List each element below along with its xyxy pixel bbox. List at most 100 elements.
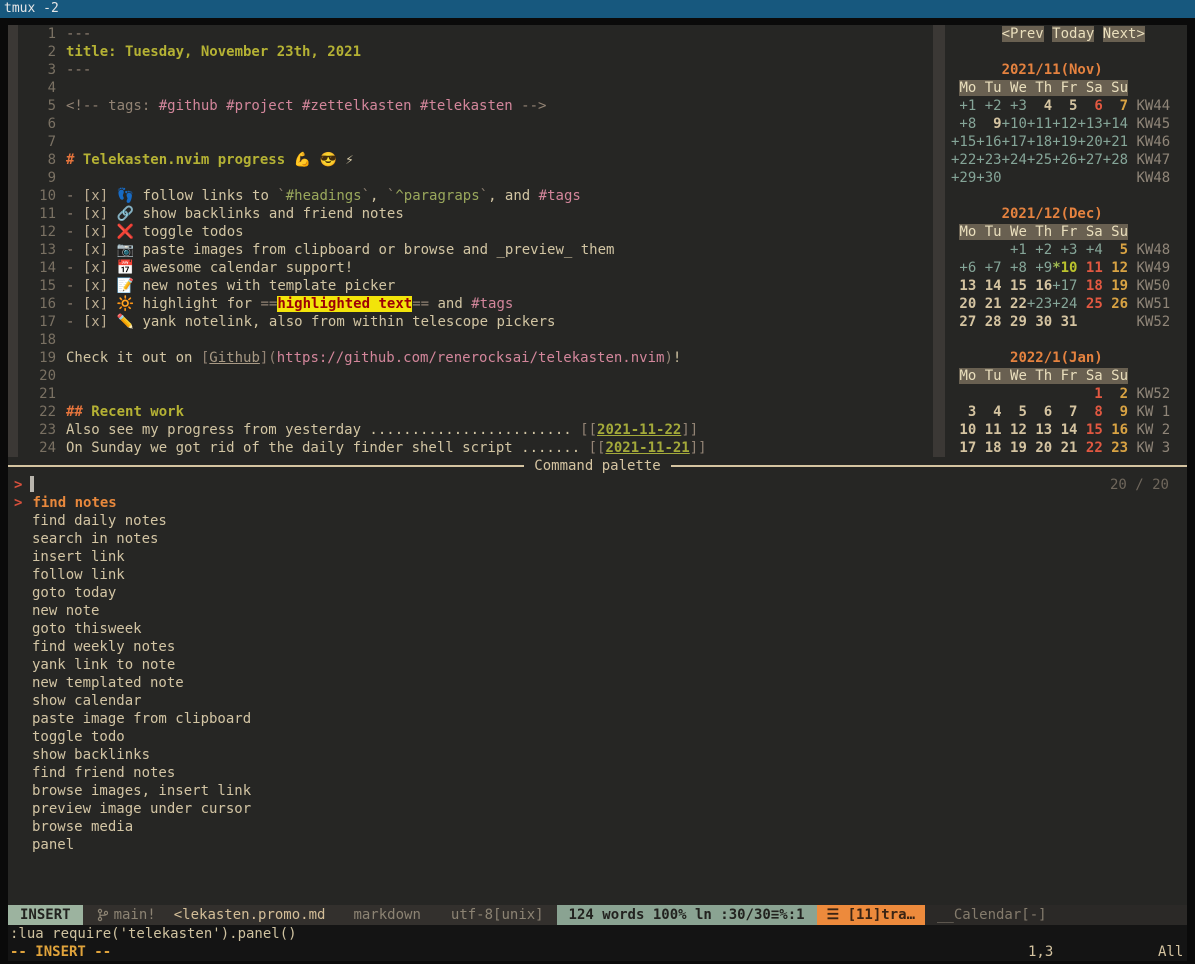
palette-item[interactable]: find weekly notes [8,638,1187,656]
calendar-cell[interactable]: +1 [1002,242,1027,258]
command-line[interactable]: :lua require('telekasten').panel() [8,925,1187,943]
prompt-row[interactable]: > [8,476,34,494]
calendar-cell[interactable]: 28 [976,314,1001,330]
editor-line[interactable]: 18 [18,331,933,349]
calendar-cell[interactable]: +8 [951,116,976,132]
calendar-cell[interactable]: +19 [1052,134,1077,150]
tabs-segment[interactable]: ☰ [11]tra… [817,905,925,925]
calendar-cell[interactable]: +29 [951,170,976,186]
calendar-cell[interactable]: 18 [976,440,1001,456]
editor-line[interactable]: 23Also see my progress from yesterday ..… [18,421,933,439]
prev-button[interactable]: <Prev [1002,26,1044,42]
calendar-cell[interactable]: +30 [976,170,1001,186]
calendar-cell[interactable]: +6 [951,260,976,276]
calendar-cell[interactable]: 27 [951,314,976,330]
calendar-cell[interactable]: 14 [976,278,1001,294]
calendar-cell[interactable]: 23 [1103,440,1128,456]
palette-item[interactable]: paste image from clipboard [8,710,1187,728]
calendar-cell[interactable]: 5 [1002,404,1027,420]
calendar-cell[interactable]: +26 [1052,152,1077,168]
selected-item[interactable]: >find notes [8,494,117,512]
calendar-cell[interactable]: +20 [1077,134,1102,150]
editor-line[interactable]: 3--- [18,61,933,79]
editor-line[interactable]: 19Check it out on [Github](https://githu… [18,349,933,367]
today-date[interactable]: 10 [1061,260,1078,276]
calendar-pane[interactable]: <Prev Today Next> 2021/11(Nov) Mo Tu We … [945,25,1187,457]
window-separator[interactable] [933,25,945,457]
calendar-cell[interactable]: 19 [1103,278,1128,294]
calendar-cell[interactable]: +8 [1002,260,1027,276]
calendar-cell[interactable]: +9 [1027,260,1052,276]
palette-item[interactable]: toggle todo [8,728,1187,746]
palette-item[interactable]: find daily notes [8,512,1187,530]
palette-item[interactable]: insert link [8,548,1187,566]
palette-item[interactable]: goto today [8,584,1187,602]
editor-pane[interactable]: 1---2title: Tuesday, November 23th, 2021… [8,25,933,457]
editor-line[interactable]: 11- [x] 🔗 show backlinks and friend note… [18,205,933,223]
calendar-cell[interactable]: 10 [951,422,976,438]
calendar-cell[interactable]: 7 [1103,98,1128,114]
calendar-cell[interactable]: +18 [1027,134,1052,150]
editor-line[interactable]: 9 [18,169,933,187]
calendar-cell[interactable]: 26 [1103,296,1128,312]
palette-item[interactable]: find friend notes [8,764,1187,782]
calendar-cell[interactable]: 1 [1077,386,1102,402]
calendar-cell[interactable]: 11 [1077,260,1102,276]
calendar-cell[interactable]: +21 [1103,134,1128,150]
next-button[interactable]: Next> [1103,26,1145,42]
calendar-cell[interactable]: +17 [1052,278,1077,294]
calendar-cell[interactable]: +3 [1052,242,1077,258]
calendar-cell[interactable]: 2 [1103,386,1128,402]
calendar-cell[interactable]: 19 [1002,440,1027,456]
editor-line[interactable]: 10- [x] 👣 follow links to `#headings`, `… [18,187,933,205]
calendar-cell[interactable]: 4 [1027,98,1052,114]
palette-item[interactable]: yank link to note [8,656,1187,674]
calendar-cell[interactable]: +23 [1027,296,1052,312]
scrollbar-strip[interactable] [8,25,18,457]
calendar-cell[interactable]: +22 [951,152,976,168]
editor-line[interactable]: 16- [x] 🔆 highlight for ==highlighted te… [18,295,933,313]
calendar-cell[interactable]: +27 [1077,152,1102,168]
calendar-cell[interactable]: 18 [1077,278,1102,294]
palette-item[interactable]: new templated note [8,674,1187,692]
calendar-cell[interactable]: +23 [976,152,1001,168]
calendar-cell[interactable]: 15 [1002,278,1027,294]
calendar-cell[interactable]: 20 [951,296,976,312]
palette-item[interactable]: browse media [8,818,1187,836]
calendar-cell[interactable]: 9 [1103,404,1128,420]
calendar-cell[interactable]: +1 [951,98,976,114]
editor-line[interactable]: 1--- [18,25,933,43]
calendar-cell[interactable]: 17 [951,440,976,456]
calendar-cell[interactable]: 16 [1027,278,1052,294]
calendar-cell[interactable]: 15 [1077,422,1102,438]
calendar-cell[interactable]: +16 [976,134,1001,150]
calendar-cell[interactable]: 12 [1103,260,1128,276]
calendar-cell[interactable]: 14 [1052,422,1077,438]
calendar-cell[interactable]: +12 [1052,116,1077,132]
calendar-cell[interactable]: 25 [1077,296,1102,312]
editor-line[interactable]: 15- [x] 📝 new notes with template picker [18,277,933,295]
calendar-cell[interactable]: +13 [1077,116,1102,132]
calendar-cell[interactable]: 9 [976,116,1001,132]
calendar-cell[interactable]: 22 [1077,440,1102,456]
editor-line[interactable]: 13- [x] 📷 paste images from clipboard or… [18,241,933,259]
calendar-cell[interactable]: 29 [1002,314,1027,330]
palette-item[interactable]: show calendar [8,692,1187,710]
calendar-cell[interactable]: 12 [1002,422,1027,438]
today-button[interactable]: Today [1052,26,1094,42]
palette-item[interactable]: new note [8,602,1187,620]
calendar-cell[interactable]: +2 [976,98,1001,114]
calendar-cell[interactable]: +24 [1052,296,1077,312]
editor-line[interactable]: 24On Sunday we got rid of the daily find… [18,439,933,457]
calendar-cell[interactable]: +3 [1002,98,1027,114]
calendar-cell[interactable]: 30 [1027,314,1052,330]
palette-item[interactable]: follow link [8,566,1187,584]
calendar-cell[interactable]: 20 [1027,440,1052,456]
calendar-cell[interactable]: 31 [1052,314,1077,330]
calendar-cell[interactable]: 21 [1052,440,1077,456]
calendar-cell[interactable]: 3 [951,404,976,420]
palette-item[interactable]: search in notes [8,530,1187,548]
calendar-cell[interactable]: 6 [1027,404,1052,420]
editor-line[interactable]: 12- [x] ❌ toggle todos [18,223,933,241]
editor-line[interactable]: 5<!-- tags: #github #project #zettelkast… [18,97,933,115]
